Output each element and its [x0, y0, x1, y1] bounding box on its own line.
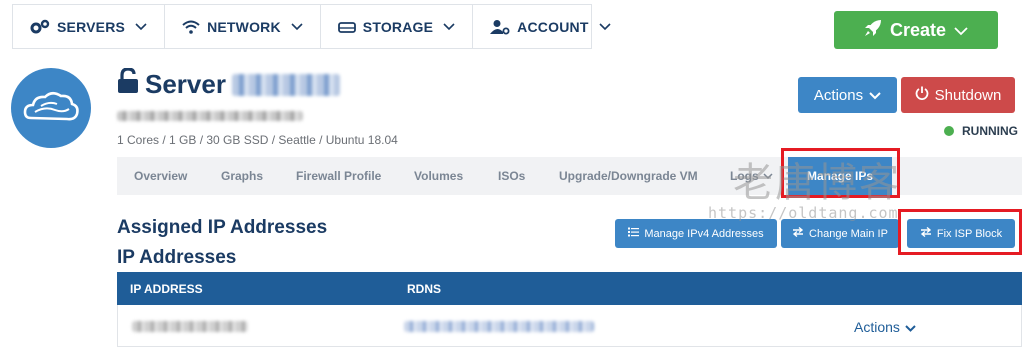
- unlock-icon: [117, 67, 139, 101]
- nav-servers[interactable]: SERVERS: [13, 5, 166, 48]
- highlight-box-fix-isp-block: [898, 209, 1022, 255]
- highlight-box-manage-ips: [781, 148, 900, 198]
- change-main-ip-button[interactable]: Change Main IP: [781, 219, 899, 248]
- page-title: Server: [117, 67, 340, 101]
- status-text: RUNNING: [962, 124, 1018, 138]
- ip-table-header: IP ADDRESS RDNS: [117, 272, 1022, 305]
- create-button[interactable]: Create: [834, 11, 998, 49]
- chevron-down-icon: [954, 20, 968, 41]
- chevron-down-icon: [291, 22, 303, 31]
- tab-label: Logs: [730, 169, 759, 183]
- manage-ipv4-label: Manage IPv4 Addresses: [644, 227, 764, 240]
- nav-network[interactable]: NETWORK: [165, 5, 321, 48]
- redacted-ip-subtitle: [117, 111, 303, 121]
- cloud-icon: [23, 91, 79, 121]
- hard-drive-icon: [337, 20, 356, 34]
- shutdown-button[interactable]: Shutdown: [901, 77, 1015, 113]
- server-specs: 1 Cores / 1 GB / 30 GB SSD / Seattle / U…: [117, 133, 398, 147]
- row-actions-dropdown[interactable]: Actions: [854, 319, 916, 335]
- nav-account[interactable]: ACCOUNT: [473, 5, 627, 48]
- top-navigation: SERVERS NETWORK STORAGE ACCOUNT: [12, 4, 611, 49]
- shutdown-label: Shutdown: [934, 86, 1002, 104]
- nav-network-label: NETWORK: [207, 18, 281, 35]
- tab-label: Volumes: [414, 169, 464, 183]
- chevron-down-icon: [599, 22, 611, 31]
- chevron-down-icon: [443, 22, 455, 31]
- ip-addresses-heading: IP Addresses: [117, 247, 237, 268]
- table-row: Actions: [117, 305, 1022, 347]
- cloud-logo: [11, 68, 91, 148]
- rocket-icon: [864, 19, 882, 42]
- tab-volumes[interactable]: Volumes: [414, 157, 463, 195]
- tab-firewall-profile[interactable]: Firewall Profile: [296, 157, 381, 195]
- tab-label: Firewall Profile: [296, 169, 382, 183]
- row-actions-label: Actions: [854, 319, 900, 335]
- chevron-down-icon: [869, 87, 881, 104]
- chevron-down-icon: [905, 319, 916, 335]
- tab-overview[interactable]: Overview: [134, 157, 187, 195]
- chevron-down-icon: [135, 22, 147, 31]
- tab-label: Overview: [134, 169, 188, 183]
- nav-servers-label: SERVERS: [57, 18, 126, 35]
- tab-label: Upgrade/Downgrade VM: [559, 169, 698, 183]
- tab-logs[interactable]: Logs: [730, 157, 773, 195]
- list-icon: [628, 227, 640, 240]
- server-title-prefix: Server: [145, 69, 226, 99]
- redacted-rdns-link[interactable]: [404, 321, 594, 332]
- change-main-ip-label: Change Main IP: [809, 227, 888, 240]
- status-dot: [944, 126, 954, 136]
- create-label: Create: [889, 19, 947, 40]
- user-cog-icon: [490, 19, 510, 35]
- manage-ipv4-button[interactable]: Manage IPv4 Addresses: [615, 219, 777, 248]
- nav-storage-label: STORAGE: [362, 18, 434, 35]
- power-icon: [915, 86, 929, 104]
- nav-account-label: ACCOUNT: [517, 18, 589, 35]
- wifi-icon: [182, 19, 200, 35]
- actions-dropdown-button[interactable]: Actions: [798, 77, 897, 113]
- exchange-icon: [792, 226, 804, 240]
- chevron-down-icon: [763, 169, 773, 183]
- tab-upgrade-downgrade-vm[interactable]: Upgrade/Downgrade VM: [559, 157, 698, 195]
- column-header-ip-address: IP ADDRESS: [130, 282, 203, 296]
- actions-label: Actions: [813, 86, 864, 104]
- assigned-ip-heading: Assigned IP Addresses: [117, 217, 328, 238]
- status-badge: RUNNING: [944, 124, 1018, 138]
- gears-icon: [30, 19, 50, 35]
- tab-label: Graphs: [221, 169, 264, 183]
- tab-label: ISOs: [498, 169, 526, 183]
- column-header-rdns: RDNS: [407, 282, 442, 296]
- redacted-ip-address: [132, 321, 248, 332]
- tab-isos[interactable]: ISOs: [498, 157, 525, 195]
- tab-graphs[interactable]: Graphs: [221, 157, 263, 195]
- redacted-hostname: [231, 73, 340, 96]
- nav-storage[interactable]: STORAGE: [321, 5, 474, 48]
